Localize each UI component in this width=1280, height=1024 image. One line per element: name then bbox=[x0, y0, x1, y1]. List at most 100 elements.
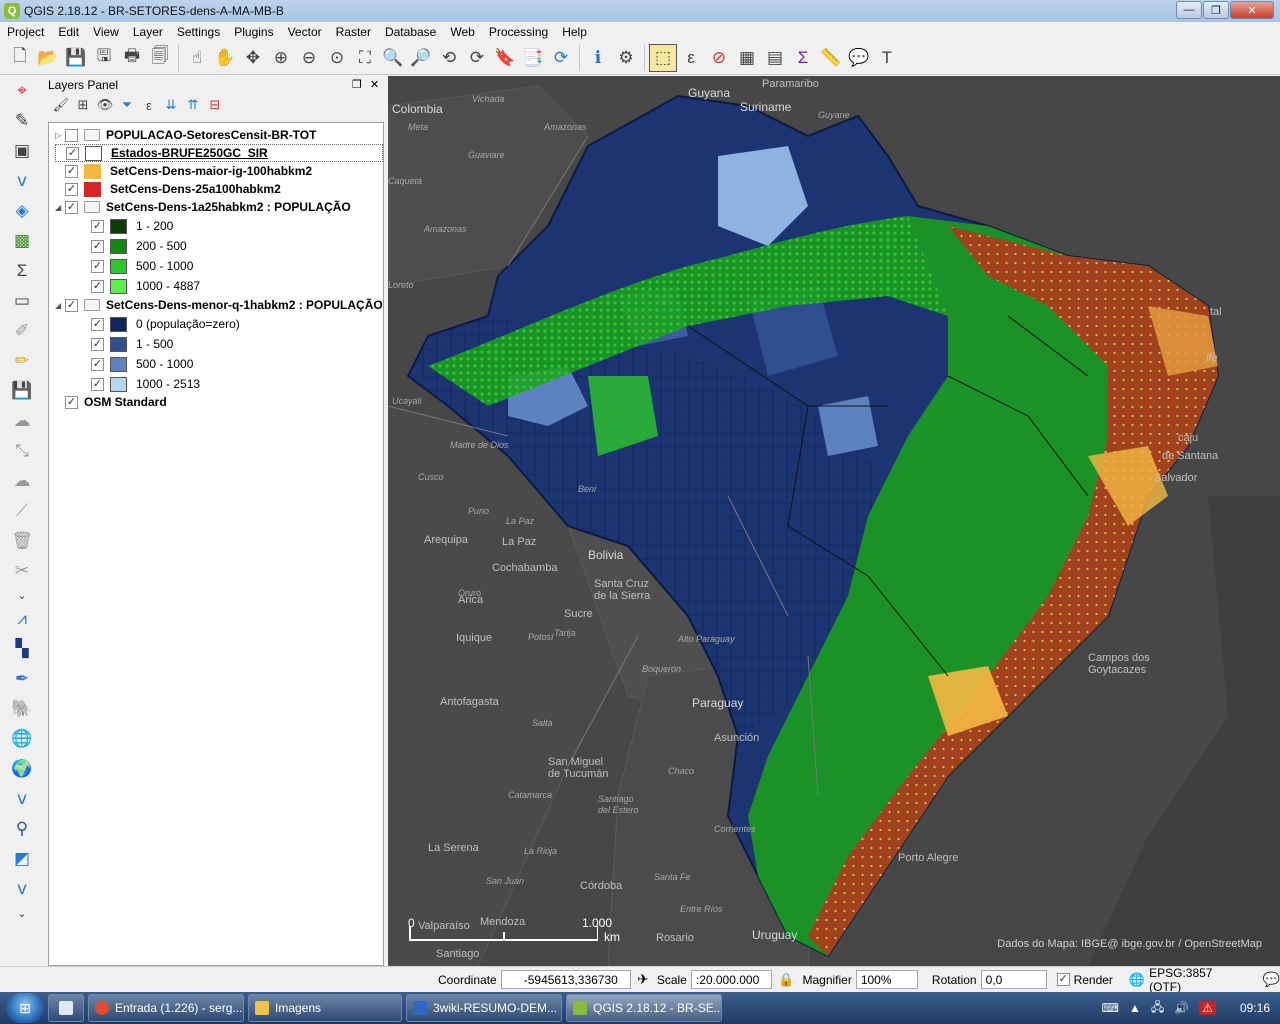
layer-row-maior-100[interactable]: ✓ SetCens-Dens-maior-ig-100habkm2 bbox=[55, 162, 312, 180]
edit-attributes-icon[interactable]: ▭ bbox=[6, 287, 38, 315]
render-checkbox[interactable]: ✓ bbox=[1056, 973, 1070, 986]
expand-all-icon[interactable]: ⇊ bbox=[160, 95, 182, 115]
current-edits-icon[interactable]: ✐ bbox=[6, 317, 38, 345]
add-feature-icon[interactable]: ☁ bbox=[6, 407, 38, 435]
class-checkbox[interactable]: ✓ bbox=[91, 337, 104, 351]
zoom-next-icon[interactable]: ⟳ bbox=[463, 44, 491, 72]
save-edits-icon[interactable]: 💾 bbox=[6, 377, 38, 405]
zoom-native-icon[interactable]: ⊙ bbox=[323, 44, 351, 72]
new-print-composer-icon[interactable]: 🖶 bbox=[118, 44, 146, 72]
menu-project[interactable]: Project bbox=[0, 25, 51, 39]
node-tool-icon[interactable]: ☁ bbox=[6, 467, 38, 495]
layer-checkbox[interactable]: ✓ bbox=[65, 395, 78, 409]
clock[interactable]: 09:16 bbox=[1240, 1001, 1270, 1015]
open-project-icon[interactable]: 📂 bbox=[34, 44, 62, 72]
composer-manager-icon[interactable]: 🗐 bbox=[146, 44, 174, 72]
add-wms-icon[interactable]: ▣ bbox=[6, 137, 38, 165]
crs-label[interactable]: EPSG:3857 (OTF) bbox=[1149, 966, 1244, 994]
scale-combobox[interactable]: :20.000.000 bbox=[690, 970, 773, 989]
class-checkbox[interactable]: ✓ bbox=[91, 219, 104, 233]
show-desktop-button[interactable] bbox=[48, 994, 84, 1022]
menu-web[interactable]: Web bbox=[443, 25, 481, 39]
menu-raster[interactable]: Raster bbox=[329, 25, 378, 39]
add-postgis-icon[interactable]: ▩ bbox=[6, 227, 38, 255]
vertex-tool-icon[interactable]: ⟋ bbox=[6, 497, 38, 525]
field-calculator-icon[interactable]: Σ bbox=[789, 44, 817, 72]
zoom-in-icon[interactable]: ⊕ bbox=[267, 44, 295, 72]
more-tools-chevron-icon[interactable]: ⌄ bbox=[6, 587, 38, 603]
menu-vector[interactable]: Vector bbox=[281, 25, 329, 39]
save-as-icon[interactable]: 🖫 bbox=[90, 44, 118, 72]
manage-visibility-icon[interactable]: 👁 bbox=[94, 95, 116, 115]
crs-globe-icon[interactable]: 🌐 bbox=[1129, 972, 1145, 988]
layer-row-1a25[interactable]: ◢ ✓ SetCens-Dens-1a25habkm2 : POPULAÇÃO bbox=[55, 198, 351, 216]
add-group-icon[interactable]: ⊞ bbox=[72, 95, 94, 115]
legend-class-row[interactable]: ✓ 1000 - 2513 bbox=[91, 375, 200, 393]
maximize-button[interactable]: ❐ bbox=[1203, 1, 1229, 19]
toggle-editing-icon[interactable]: ✏ bbox=[6, 347, 38, 375]
menu-database[interactable]: Database bbox=[378, 25, 443, 39]
text-annotation-icon[interactable]: T bbox=[873, 44, 901, 72]
collapse-all-icon[interactable]: ⇈ bbox=[182, 95, 204, 115]
taskbar-item-qgis[interactable]: QGIS 2.18.12 - BR-SE... bbox=[566, 994, 722, 1022]
zoom-layer-icon[interactable]: 🔎 bbox=[407, 44, 435, 72]
measure-line-icon[interactable]: 📏 bbox=[817, 44, 845, 72]
class-checkbox[interactable]: ✓ bbox=[91, 279, 104, 293]
identify-icon[interactable]: ℹ bbox=[584, 44, 612, 72]
attribute-table-icon[interactable]: ▦ bbox=[733, 44, 761, 72]
layer-checkbox[interactable]: ✓ bbox=[66, 146, 79, 160]
zoom-last-icon[interactable]: ⟲ bbox=[435, 44, 463, 72]
menu-layer[interactable]: Layer bbox=[126, 25, 170, 39]
cut-features-icon[interactable]: ✂ bbox=[6, 557, 38, 585]
open-styling-icon[interactable]: 🖌 bbox=[50, 95, 72, 115]
layer-checkbox[interactable]: ✓ bbox=[65, 298, 78, 312]
remove-layer-icon[interactable]: ⊟ bbox=[204, 95, 226, 115]
class-checkbox[interactable]: ✓ bbox=[91, 357, 104, 371]
show-bookmarks-icon[interactable]: 📑 bbox=[519, 44, 547, 72]
add-wcs-icon[interactable]: 🌍 bbox=[6, 755, 38, 783]
move-feature-icon[interactable]: ⤡ bbox=[6, 437, 38, 465]
coordinate-field[interactable]: -5945613,336730 bbox=[500, 970, 632, 989]
minimize-button[interactable]: — bbox=[1176, 1, 1202, 19]
zoom-selection-icon[interactable]: 🔍 bbox=[379, 44, 407, 72]
digitize-icon[interactable]: ✎ bbox=[6, 107, 38, 135]
touch-zoom-icon[interactable]: ☝ bbox=[183, 44, 211, 72]
add-oracle-icon[interactable]: ⅴ bbox=[6, 875, 38, 903]
layer-row-estados[interactable]: ✓ Estados-BRUFE250GC_SIR bbox=[55, 144, 383, 162]
add-spatialite-icon[interactable]: 🐘 bbox=[6, 695, 38, 723]
summary-stats-icon[interactable]: Σ bbox=[6, 257, 38, 285]
add-db2-icon[interactable]: ◩ bbox=[6, 845, 38, 873]
menu-processing[interactable]: Processing bbox=[482, 25, 555, 39]
layer-row-25a100[interactable]: ✓ SetCens-Dens-25a100habkm2 bbox=[55, 180, 281, 198]
map-tips-icon[interactable]: 💬 bbox=[845, 44, 873, 72]
save-project-icon[interactable]: 💾 bbox=[62, 44, 90, 72]
expand-arrow-icon[interactable]: ▷ bbox=[55, 131, 65, 140]
show-hidden-icons-icon[interactable]: ▲ bbox=[1129, 1001, 1141, 1015]
legend-class-row[interactable]: ✓ 1000 - 4887 bbox=[91, 277, 200, 295]
legend-class-row[interactable]: ✓ 500 - 1000 bbox=[91, 257, 193, 275]
zoom-out-icon[interactable]: ⊖ bbox=[295, 44, 323, 72]
new-project-icon[interactable]: 🗋 bbox=[6, 44, 34, 72]
network-icon[interactable]: 🖧 bbox=[1151, 998, 1164, 1019]
filter-legend-icon[interactable]: ⏷ bbox=[116, 95, 138, 115]
lock-scale-icon[interactable]: 🔒 bbox=[778, 972, 794, 988]
filter-by-expression-icon[interactable]: ε bbox=[138, 95, 160, 115]
legend-class-row[interactable]: ✓ 500 - 1000 bbox=[91, 355, 193, 373]
new-gpx-icon[interactable]: ✒ bbox=[6, 665, 38, 693]
add-raster-icon[interactable]: ◈ bbox=[6, 197, 38, 225]
start-button[interactable]: ⊞ bbox=[6, 993, 44, 1023]
taskbar-item-word[interactable]: 3wiki-RESUMO-DEM... bbox=[406, 994, 562, 1022]
keyboard-icon[interactable]: ⌨ bbox=[1102, 1001, 1119, 1015]
more-layer-tools-chevron-icon[interactable]: ⌄ bbox=[6, 905, 38, 921]
legend-class-row[interactable]: ✓ 200 - 500 bbox=[91, 237, 187, 255]
new-shapefile-icon[interactable]: ⩘ bbox=[6, 605, 38, 633]
layer-checkbox[interactable]: ✓ bbox=[65, 164, 78, 178]
class-checkbox[interactable]: ✓ bbox=[91, 377, 104, 391]
new-spatialite-icon[interactable]: ▚ bbox=[6, 635, 38, 663]
add-virtual-layer-icon[interactable]: ⅴ bbox=[6, 785, 38, 813]
legend-class-row[interactable]: ✓ 1 - 500 bbox=[91, 335, 173, 353]
layer-checkbox[interactable]: ✓ bbox=[65, 200, 78, 214]
menu-edit[interactable]: Edit bbox=[51, 25, 86, 39]
class-checkbox[interactable]: ✓ bbox=[91, 239, 104, 253]
menu-view[interactable]: View bbox=[86, 25, 126, 39]
